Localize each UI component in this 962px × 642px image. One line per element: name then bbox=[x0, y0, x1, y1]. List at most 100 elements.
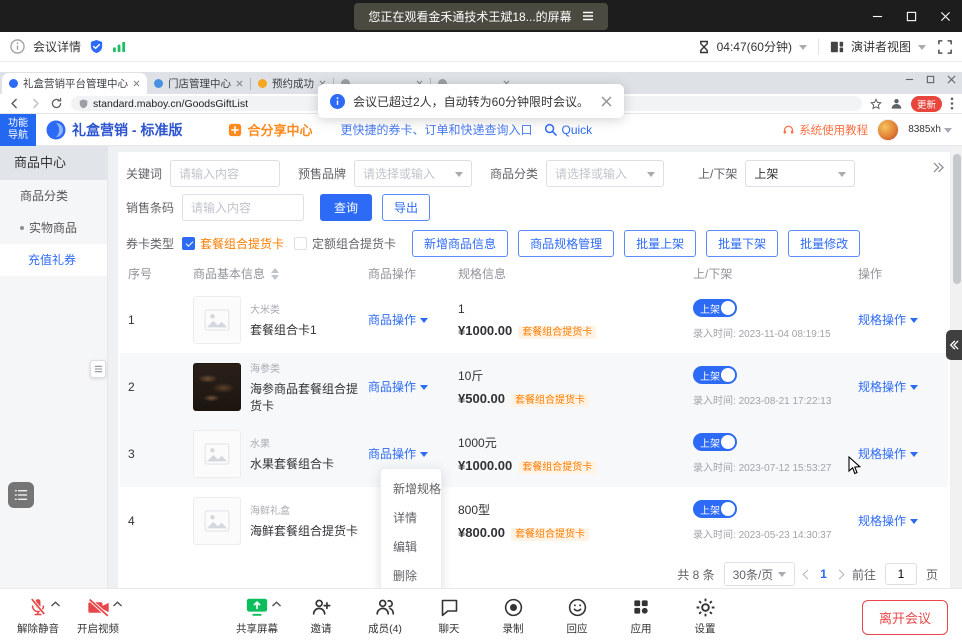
security-shield-icon[interactable] bbox=[89, 39, 104, 54]
meeting-timer[interactable]: 04:47(60分钟) bbox=[717, 38, 792, 55]
scrollbar[interactable] bbox=[952, 146, 962, 588]
meeting-details-link[interactable]: 会议详情 bbox=[33, 38, 81, 55]
browser-tab-gift-admin[interactable]: 礼盒营销平台管理中心 bbox=[2, 73, 147, 94]
keyword-input[interactable] bbox=[170, 160, 280, 187]
banner-menu-icon[interactable] bbox=[582, 11, 594, 21]
tab-close-icon[interactable] bbox=[133, 80, 140, 87]
category-select[interactable]: 请选择或输入 bbox=[546, 160, 664, 187]
view-mode-selector[interactable]: 演讲者视图 bbox=[851, 38, 911, 55]
minimize-button[interactable] bbox=[860, 0, 894, 32]
quick-search-link[interactable]: Quick bbox=[544, 123, 592, 137]
next-page-button[interactable] bbox=[835, 569, 845, 579]
row-seq: 4 bbox=[120, 514, 185, 528]
invite-button[interactable]: 邀请 bbox=[293, 595, 349, 636]
shelf-toggle[interactable]: 上架 bbox=[693, 366, 737, 384]
signal-bars-icon[interactable] bbox=[112, 40, 127, 53]
chevron-up-icon[interactable] bbox=[51, 601, 60, 607]
username-menu[interactable]: 8385xh bbox=[908, 123, 952, 137]
back-icon[interactable] bbox=[8, 97, 21, 110]
bookmark-star-icon[interactable] bbox=[870, 98, 882, 110]
batch-on-button[interactable]: 批量上架 bbox=[624, 230, 696, 257]
spec-op-link[interactable]: 规格操作 bbox=[858, 311, 918, 328]
members-button[interactable]: 成员(4) bbox=[357, 595, 413, 636]
menu-item-detail[interactable]: 详情 bbox=[381, 503, 441, 532]
timer-caret-icon[interactable] bbox=[799, 45, 807, 54]
spec-op-link[interactable]: 规格操作 bbox=[858, 378, 918, 395]
close-button[interactable] bbox=[928, 0, 962, 32]
barcode-input[interactable] bbox=[182, 194, 304, 221]
spec-op-link[interactable]: 规格操作 bbox=[858, 445, 918, 462]
product-op-link[interactable]: 商品操作 bbox=[368, 311, 428, 328]
menu-item-delete[interactable]: 删除 bbox=[381, 561, 441, 590]
add-product-button[interactable]: 新增商品信息 bbox=[412, 230, 508, 257]
avatar[interactable] bbox=[877, 119, 899, 141]
menu-item-add-spec[interactable]: 新增规格 bbox=[381, 474, 441, 503]
shelf-select[interactable]: 上架 bbox=[745, 160, 855, 187]
brand-select[interactable]: 请选择或输入 bbox=[354, 160, 472, 187]
sidebar-collapse-handle[interactable] bbox=[90, 360, 106, 378]
export-button[interactable]: 导出 bbox=[382, 194, 430, 221]
browser-menu-icon[interactable] bbox=[950, 97, 954, 110]
hamburger-icon bbox=[94, 365, 103, 373]
forward-icon[interactable] bbox=[29, 97, 42, 110]
refresh-icon[interactable] bbox=[50, 97, 63, 110]
brand-label: 预售品牌 bbox=[298, 165, 346, 182]
spec-manage-button[interactable]: 商品规格管理 bbox=[518, 230, 614, 257]
shelf-toggle[interactable]: 上架 bbox=[693, 433, 737, 451]
header-product-info[interactable]: 商品基本信息 bbox=[185, 265, 360, 282]
fullscreen-icon[interactable] bbox=[938, 40, 952, 54]
settings-button[interactable]: 设置 bbox=[677, 595, 733, 636]
leave-meeting-button[interactable]: 离开会议 bbox=[862, 600, 948, 635]
sidebar-item-gift-voucher[interactable]: 充值礼券 bbox=[0, 244, 107, 276]
search-button[interactable]: 查询 bbox=[320, 194, 372, 221]
goto-page-input[interactable] bbox=[885, 563, 917, 585]
tutorial-link[interactable]: 系统使用教程 bbox=[782, 122, 868, 138]
product-op-link[interactable]: 商品操作 bbox=[368, 378, 428, 395]
chevron-up-icon[interactable] bbox=[272, 601, 281, 607]
sidebar-section-product-center[interactable]: 商品中心 bbox=[0, 146, 107, 180]
tab-close-icon[interactable] bbox=[236, 80, 243, 87]
toast-close-icon[interactable] bbox=[601, 96, 612, 107]
browser-maximize-icon[interactable] bbox=[926, 75, 935, 84]
screen-share-banner[interactable]: 您正在观看金禾通技术王斌18...的屏幕 bbox=[354, 3, 607, 30]
share-center-icon bbox=[228, 123, 242, 137]
record-button[interactable]: 录制 bbox=[485, 595, 541, 636]
collapse-filters-button[interactable] bbox=[933, 162, 944, 176]
batch-off-button[interactable]: 批量下架 bbox=[706, 230, 778, 257]
browser-minimize-icon[interactable] bbox=[905, 75, 914, 84]
page-size-select[interactable]: 30条/页 bbox=[724, 562, 796, 586]
view-caret-icon[interactable] bbox=[918, 45, 926, 54]
maximize-button[interactable] bbox=[894, 0, 928, 32]
current-page[interactable]: 1 bbox=[820, 567, 827, 581]
floating-list-button[interactable] bbox=[8, 482, 34, 508]
package-card-checkbox[interactable]: 套餐组合提货卡 bbox=[182, 235, 284, 252]
scrollbar-thumb[interactable] bbox=[953, 154, 961, 284]
browser-tab-store-admin[interactable]: 门店管理中心 bbox=[147, 73, 250, 94]
site-security-icon[interactable] bbox=[79, 99, 88, 109]
apps-button[interactable]: 应用 bbox=[613, 595, 669, 636]
share-screen-button[interactable]: 共享屏幕 bbox=[229, 595, 285, 636]
share-center-link[interactable]: 合分享中心 bbox=[228, 120, 312, 139]
nav-box-button[interactable]: 功能 导航 bbox=[0, 114, 36, 146]
chat-button[interactable]: 聊天 bbox=[421, 595, 477, 636]
mute-button[interactable]: 解除静音 bbox=[10, 595, 66, 636]
prev-page-button[interactable] bbox=[803, 569, 813, 579]
sort-icon[interactable] bbox=[271, 268, 279, 280]
menu-item-edit[interactable]: 编辑 bbox=[381, 532, 441, 561]
sidebar-item-physical-goods[interactable]: 实物商品 bbox=[0, 212, 107, 244]
shelf-toggle[interactable]: 上架 bbox=[693, 500, 737, 518]
batch-edit-button[interactable]: 批量修改 bbox=[788, 230, 860, 257]
shelf-toggle[interactable]: 上架 bbox=[693, 299, 737, 317]
price: ¥1000.00 bbox=[458, 323, 512, 338]
sidebar-item-category[interactable]: 商品分类 bbox=[0, 180, 107, 212]
spec-op-link[interactable]: 规格操作 bbox=[858, 512, 918, 529]
react-button[interactable]: 回应 bbox=[549, 595, 605, 636]
browser-close-icon[interactable] bbox=[947, 75, 956, 84]
side-panel-collapse-tab[interactable] bbox=[946, 330, 962, 360]
browser-update-badge[interactable]: 更新 bbox=[911, 96, 942, 112]
chevron-up-icon[interactable] bbox=[113, 601, 122, 607]
video-button[interactable]: 开启视频 bbox=[70, 595, 126, 636]
product-op-link-open[interactable]: 商品操作 bbox=[368, 445, 428, 462]
fixed-card-checkbox[interactable]: 定额组合提货卡 bbox=[294, 235, 396, 252]
profile-icon[interactable] bbox=[890, 97, 903, 110]
